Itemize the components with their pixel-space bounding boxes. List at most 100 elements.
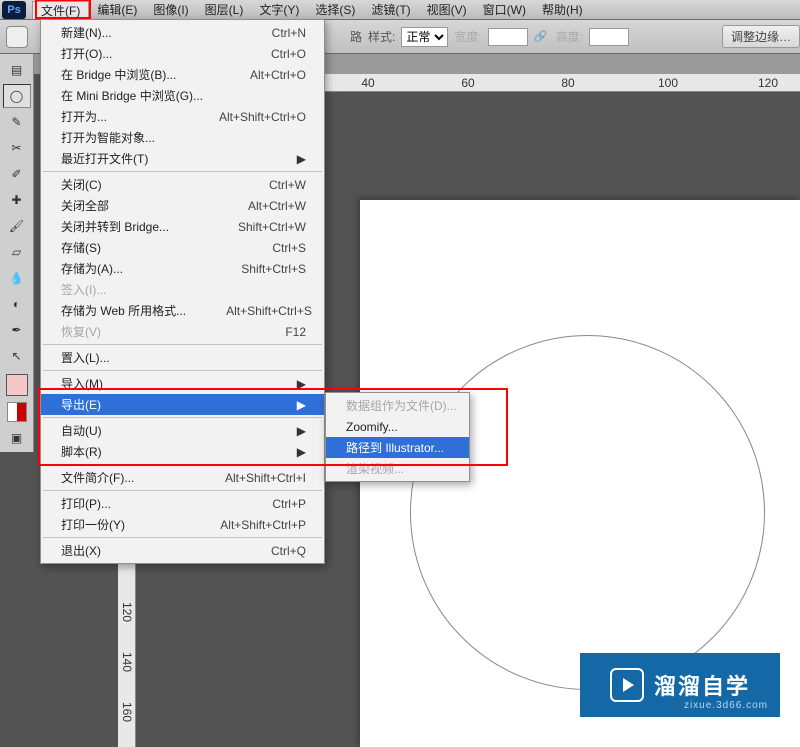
screen-mode[interactable]: ▣: [3, 426, 31, 450]
tool-preset-picker[interactable]: [6, 26, 28, 48]
file-menu-item-label: 打开(O)...: [61, 45, 231, 62]
healing-tool[interactable]: ✚: [3, 188, 31, 212]
shortcut-label: Alt+Shift+Ctrl+I: [225, 471, 306, 485]
file-menu-item-20[interactable]: 导出(E) ▶: [41, 394, 324, 415]
shortcut-label: Alt+Ctrl+W: [248, 199, 306, 213]
export-menu-item-label: 数据组作为文件(D)...: [346, 397, 457, 414]
file-menu-item-label: 存储(S): [61, 239, 232, 256]
menu-type[interactable]: 文字(Y): [251, 1, 307, 19]
file-menu-item-label: 最近打开文件(T): [61, 150, 257, 167]
file-menu-item-9[interactable]: 关闭全部 Alt+Ctrl+W: [41, 195, 324, 216]
menu-filter[interactable]: 滤镜(T): [363, 1, 418, 19]
path-tool[interactable]: ↖: [3, 344, 31, 368]
export-menu-item-1[interactable]: Zoomify...: [326, 416, 469, 437]
file-menu-item-label: 文件简介(F)...: [61, 469, 185, 486]
file-menu-item-label: 打开为...: [61, 108, 179, 125]
watermark-brand: 溜溜自学: [654, 669, 750, 701]
submenu-arrow-icon: ▶: [297, 377, 306, 391]
style-select[interactable]: 正常: [401, 27, 448, 47]
shape-label: 路: [350, 28, 362, 45]
export-menu-item-label: 渲染视频...: [346, 460, 451, 477]
file-menu-item-label: 关闭全部: [61, 197, 208, 214]
file-menu-item-11[interactable]: 存储(S) Ctrl+S: [41, 237, 324, 258]
brush-tool[interactable]: 🖌: [3, 214, 31, 238]
file-menu-item-6[interactable]: 最近打开文件(T) ▶: [41, 148, 324, 169]
menu-select[interactable]: 选择(S): [307, 1, 363, 19]
tool-palette: ▤ ◯ ✎ ✂ ✐ ✚ 🖌 ▱ 💧 ◐ ✒ ↖ ▣: [0, 54, 34, 452]
file-menu-item-4[interactable]: 打开为... Alt+Shift+Ctrl+O: [41, 106, 324, 127]
file-menu-item-17[interactable]: 置入(L)...: [41, 347, 324, 368]
export-menu-item-label: Zoomify...: [346, 420, 451, 434]
shortcut-label: Ctrl+O: [271, 47, 306, 61]
menu-help[interactable]: 帮助(H): [534, 1, 591, 19]
file-menu-item-label: 导入(M): [61, 375, 257, 392]
file-dropdown: 新建(N)...Ctrl+N 打开(O)... Ctrl+O 在 Bridge 中浏览…: [40, 19, 325, 564]
file-menu-item-0[interactable]: 新建(N)...Ctrl+N: [41, 22, 324, 43]
height-label: 高度:: [556, 28, 583, 45]
file-menu-item-2[interactable]: 在 Bridge 中浏览(B)...Alt+Ctrl+O: [41, 64, 324, 85]
shortcut-label: Ctrl+P: [272, 497, 306, 511]
shortcut-label: Shift+Ctrl+S: [241, 262, 306, 276]
foreground-color[interactable]: [6, 374, 28, 396]
file-menu-item-label: 恢复(V): [61, 323, 245, 340]
file-menu-item-label: 关闭(C): [61, 176, 229, 193]
shortcut-label: Alt+Shift+Ctrl+O: [219, 110, 306, 124]
watermark-sub: zixue.3d66.com: [684, 700, 768, 711]
lasso-tool[interactable]: ✎: [3, 110, 31, 134]
submenu-arrow-icon: ▶: [297, 398, 306, 412]
export-menu-item-2[interactable]: 路径到 Illustrator...: [326, 437, 469, 458]
menu-image[interactable]: 图像(I): [145, 1, 196, 19]
file-menu-item-8[interactable]: 关闭(C)Ctrl+W: [41, 174, 324, 195]
file-menu-item-19[interactable]: 导入(M) ▶: [41, 373, 324, 394]
move-tool[interactable]: ▤: [3, 58, 31, 82]
export-menu-item-3: 渲染视频...: [326, 458, 469, 479]
shortcut-label: Shift+Ctrl+W: [238, 220, 306, 234]
file-menu-item-label: 关闭并转到 Bridge...: [61, 218, 198, 235]
file-menu-item-13: 签入(I)...: [41, 279, 324, 300]
file-menu-item-label: 导出(E): [61, 396, 257, 413]
file-menu-item-3[interactable]: 在 Mini Bridge 中浏览(G)...: [41, 85, 324, 106]
file-menu-item-28[interactable]: 打印一份(Y)Alt+Shift+Ctrl+P: [41, 514, 324, 535]
photoshop-logo: Ps: [2, 1, 26, 19]
file-menu-item-10[interactable]: 关闭并转到 Bridge... Shift+Ctrl+W: [41, 216, 324, 237]
file-menu-item-22[interactable]: 自动(U)▶: [41, 420, 324, 441]
width-label: 宽度:: [454, 28, 481, 45]
menu-window[interactable]: 窗口(W): [475, 1, 534, 19]
file-menu-item-label: 打开为智能对象...: [61, 129, 306, 146]
quick-mask-toggle[interactable]: [7, 402, 27, 422]
file-menu-item-12[interactable]: 存储为(A)... Shift+Ctrl+S: [41, 258, 324, 279]
file-menu-item-14[interactable]: 存储为 Web 所用格式...Alt+Shift+Ctrl+S: [41, 300, 324, 321]
width-input[interactable]: [488, 28, 528, 46]
watermark: 溜溜自学 zixue.3d66.com: [580, 653, 780, 717]
menu-file[interactable]: 文件(F): [32, 1, 89, 19]
file-menu-item-label: 退出(X): [61, 542, 231, 559]
marquee-tool[interactable]: ◯: [3, 84, 31, 108]
selection-circle: [410, 335, 765, 690]
shortcut-label: F12: [285, 325, 306, 339]
blur-tool[interactable]: 💧: [3, 266, 31, 290]
file-menu-item-5[interactable]: 打开为智能对象...: [41, 127, 324, 148]
file-menu-item-23[interactable]: 脚本(R)▶: [41, 441, 324, 462]
submenu-arrow-icon: ▶: [297, 152, 306, 166]
file-menu-item-25[interactable]: 文件简介(F)... Alt+Shift+Ctrl+I: [41, 467, 324, 488]
height-input[interactable]: [589, 28, 629, 46]
file-menu-item-30[interactable]: 退出(X) Ctrl+Q: [41, 540, 324, 561]
file-menu-item-label: 自动(U): [61, 422, 257, 439]
menu-edit[interactable]: 编辑(E): [89, 1, 145, 19]
file-menu-item-1[interactable]: 打开(O)... Ctrl+O: [41, 43, 324, 64]
refine-edge-button[interactable]: 调整边缘…: [722, 25, 800, 48]
menu-layer[interactable]: 图层(L): [197, 1, 252, 19]
file-menu-item-27[interactable]: 打印(P)...Ctrl+P: [41, 493, 324, 514]
shortcut-label: Ctrl+Q: [271, 544, 306, 558]
crop-tool[interactable]: ✂: [3, 136, 31, 160]
shortcut-label: Alt+Ctrl+O: [250, 68, 306, 82]
eraser-tool[interactable]: ▱: [3, 240, 31, 264]
shortcut-label: Ctrl+S: [272, 241, 306, 255]
file-menu-item-label: 存储为 Web 所用格式...: [61, 302, 186, 319]
file-menu-item-label: 存储为(A)...: [61, 260, 201, 277]
link-icon[interactable]: [534, 29, 550, 45]
dodge-tool[interactable]: ◐: [3, 292, 31, 316]
menu-view[interactable]: 视图(V): [419, 1, 475, 19]
pen-tool[interactable]: ✒: [3, 318, 31, 342]
eyedropper-tool[interactable]: ✐: [3, 162, 31, 186]
